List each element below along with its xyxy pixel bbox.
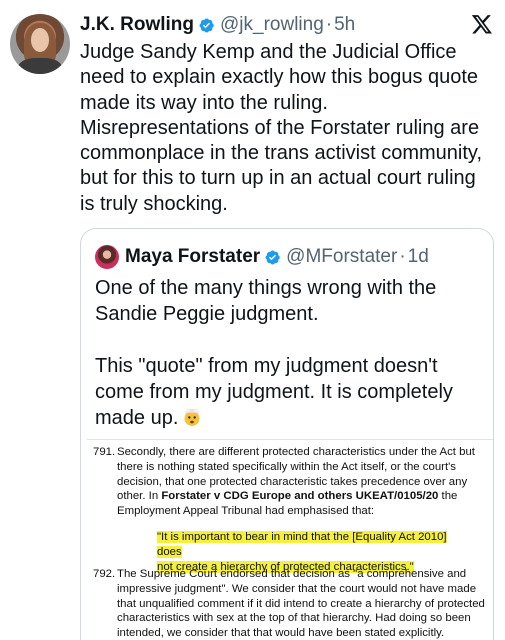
x-logo-icon[interactable] [471,13,493,35]
case-citation: Forstater v CDG Europe and others UKEAT/… [161,490,439,503]
tweet-time[interactable]: 5h [334,14,355,36]
quoted-time: 1d [407,246,429,267]
quoted-header: Maya Forstater @MForstater · 1d [95,245,429,269]
separator: · [399,246,406,267]
quoted-author-name: Maya Forstater [125,246,261,267]
author-avatar[interactable] [10,14,70,74]
tweet: J.K. Rowling @jk_rowling · 5h Judge Sand… [0,0,505,640]
quoted-tweet[interactable]: Maya Forstater @MForstater · 1d One of t… [80,228,494,640]
quoted-text: One of the many things wrong with the Sa… [95,277,453,429]
judgment-excerpt-image: 791. Secondly, there are different prote… [87,439,493,640]
paragraph-number: 792. [93,568,116,580]
author-handle[interactable]: @jk_rowling [220,14,324,36]
divider [87,439,493,440]
paragraph-792: 792. The Supreme Court endorsed that dec… [93,568,485,640]
quoted-author-handle: @MForstater [286,246,398,267]
tweet-text: Judge Sandy Kemp and the Judicial Office… [80,41,483,215]
verified-badge-icon [199,18,214,32]
verified-badge-icon [265,250,280,264]
exploding-head-icon [184,408,200,426]
separator: · [325,14,333,35]
author-name[interactable]: J.K. Rowling [80,14,194,36]
paragraph-number: 791. [93,446,116,458]
tweet-header: J.K. Rowling @jk_rowling · 5h [80,12,355,38]
paragraph-791: 791. Secondly, there are different prote… [93,446,475,518]
quoted-avatar [95,245,119,269]
